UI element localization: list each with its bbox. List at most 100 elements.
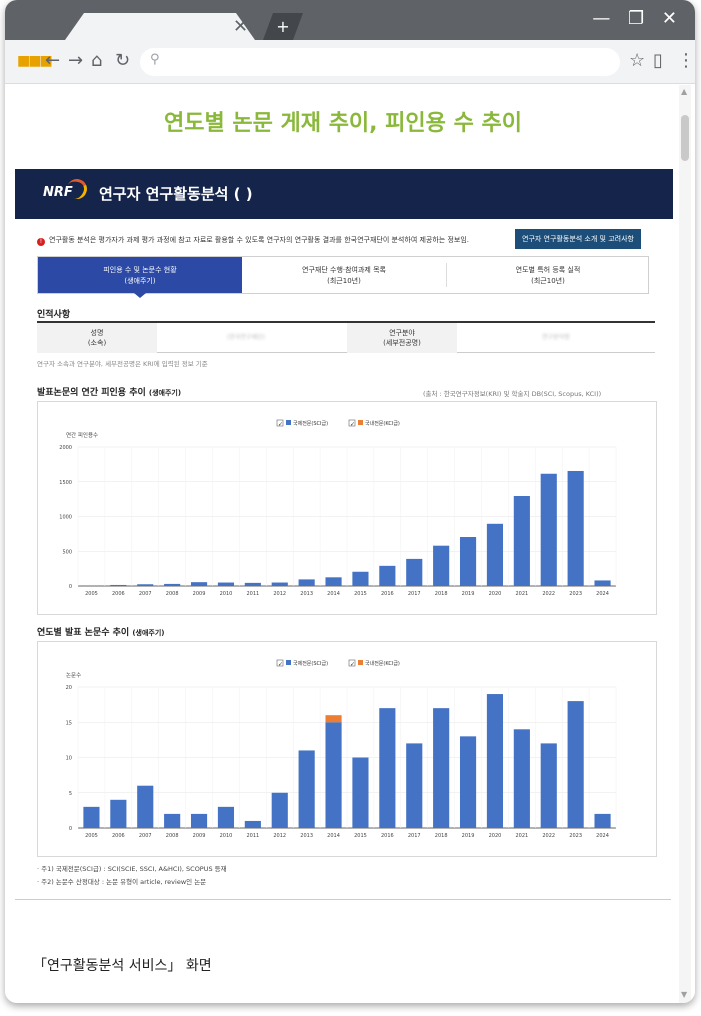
bar[interactable] xyxy=(110,799,127,828)
x-tick-label: 2009 xyxy=(193,591,206,597)
x-tick-label: 2021 xyxy=(515,833,528,839)
scroll-thumb[interactable] xyxy=(681,115,689,161)
bar[interactable] xyxy=(325,715,342,723)
tab-projects[interactable]: 연구재단 수행·참여과제 목록 (최근10년) xyxy=(242,257,446,293)
y-axis-label: 논문수 xyxy=(66,672,81,679)
bar[interactable] xyxy=(486,523,504,586)
bar[interactable] xyxy=(513,495,530,586)
bar[interactable] xyxy=(379,708,396,828)
window-controls[interactable]: — ❐ ✕ xyxy=(592,8,683,29)
bar[interactable] xyxy=(244,582,261,586)
star-icon[interactable]: ☆ xyxy=(629,51,645,71)
bar[interactable] xyxy=(567,470,584,586)
check-icon: ✓ xyxy=(278,421,283,428)
browser-tab[interactable] xyxy=(65,13,255,40)
home-icon[interactable]: ⌂ xyxy=(91,51,102,71)
bar[interactable] xyxy=(594,813,611,828)
bar[interactable] xyxy=(540,473,557,586)
bar[interactable] xyxy=(594,580,611,586)
x-tick-label: 2007 xyxy=(139,833,152,839)
x-tick-label: 2006 xyxy=(112,591,125,597)
chart1-title: 발표논문의 연간 피인용 추이 (생애주기) xyxy=(37,385,181,398)
intro-button[interactable]: 연구자 연구활동분석 소개 및 고려사항 xyxy=(515,229,641,249)
bar[interactable] xyxy=(164,813,181,828)
page-icon[interactable]: ▯ xyxy=(653,51,663,71)
title-bar: ✕ + — ❐ ✕ xyxy=(5,0,695,40)
bar[interactable] xyxy=(567,701,584,828)
bar[interactable] xyxy=(459,537,477,586)
bar[interactable] xyxy=(325,722,342,828)
browser-toolbar: ■■■ ← → ⌂ ↻ ⚲ ☆ ▯ ⋮ xyxy=(5,40,695,84)
legend-swatch xyxy=(358,420,363,425)
bar[interactable] xyxy=(513,729,530,828)
page-caption: 연도별 논문 게재 추이, 피인용 수 추이 xyxy=(164,111,522,136)
forward-icon[interactable]: → xyxy=(68,51,83,71)
bar[interactable] xyxy=(271,792,288,828)
tab-sublabel: (최근10년) xyxy=(327,277,361,285)
x-tick-label: 2008 xyxy=(166,833,179,839)
bar[interactable] xyxy=(137,584,154,586)
bar[interactable] xyxy=(110,584,127,586)
x-tick-label: 2011 xyxy=(246,591,259,597)
paper-count-chart: ✓ 국제전문(SCI급) ✓ 국내전문(KCI급) 논문수 0 5 10 15 20 2005 200… xyxy=(37,641,657,857)
legend-label: 국내전문(KCI급) xyxy=(365,660,400,667)
bar[interactable] xyxy=(379,565,396,586)
back-icon[interactable]: ← xyxy=(45,51,60,71)
new-tab-button[interactable]: + xyxy=(263,13,303,40)
bar[interactable] xyxy=(190,813,208,828)
scroll-up-icon[interactable]: ▲ xyxy=(681,87,687,96)
bar[interactable] xyxy=(217,806,235,828)
bar[interactable] xyxy=(298,750,315,828)
bar[interactable] xyxy=(298,579,315,586)
x-tick-label: 2015 xyxy=(354,833,367,839)
address-bar[interactable]: ⚲ xyxy=(140,48,620,76)
x-tick-label: 2008 xyxy=(166,591,179,597)
x-tick-label: 2024 xyxy=(596,833,609,839)
bar[interactable] xyxy=(433,708,450,828)
bar[interactable] xyxy=(352,571,369,586)
tab-close-icon[interactable]: ✕ xyxy=(233,13,248,40)
bar[interactable] xyxy=(486,694,504,828)
bar[interactable] xyxy=(540,743,557,828)
browser-window: ✕ + — ❐ ✕ ■■■ ← → ⌂ ↻ ⚲ ☆ ▯ ⋮ 연도별 논문 게재 … xyxy=(5,0,695,1003)
x-tick-label: 2022 xyxy=(542,833,555,839)
bar[interactable] xyxy=(190,582,208,586)
bar[interactable] xyxy=(406,743,423,828)
y-tick-label: 10 xyxy=(66,756,72,762)
check-icon: ✓ xyxy=(278,661,283,668)
y-tick-label: 500 xyxy=(62,549,72,555)
scroll-down-icon[interactable]: ▼ xyxy=(681,990,687,999)
chart1-title-text: 발표논문의 연간 피인용 추이 xyxy=(37,388,146,398)
bar[interactable] xyxy=(433,545,450,586)
bar[interactable] xyxy=(164,583,181,586)
bar[interactable] xyxy=(137,785,154,828)
x-tick-label: 2019 xyxy=(462,833,475,839)
header-label: 연구분야 xyxy=(389,329,415,337)
bar[interactable] xyxy=(406,558,423,586)
x-tick-label: 2017 xyxy=(408,833,421,839)
bar[interactable] xyxy=(271,582,288,586)
bottom-caption: 「연구활동분석 서비스」 화면 xyxy=(33,958,212,974)
tab-patents[interactable]: 연도별 특허 등록 실적 (최근10년) xyxy=(446,257,650,293)
reload-icon[interactable]: ↻ xyxy=(115,51,130,71)
divider xyxy=(15,899,671,900)
x-tick-label: 2022 xyxy=(542,591,555,597)
field-header: 연구분야 (세부전공명) xyxy=(347,323,457,353)
bar[interactable] xyxy=(244,820,261,828)
x-tick-label: 2024 xyxy=(596,591,609,597)
bar[interactable] xyxy=(325,577,342,586)
y-tick-label: 5 xyxy=(69,791,72,797)
bar[interactable] xyxy=(217,582,235,586)
scrollbar[interactable]: ▲ ▼ xyxy=(679,85,691,1003)
citation-chart-svg: ✓ 국제전문(SCI급) ✓ 국내전문(KCI급) 연간 피인용수 0 500 1000 150… xyxy=(59,419,617,597)
bar[interactable] xyxy=(352,757,369,829)
bar[interactable] xyxy=(459,736,477,828)
bar[interactable] xyxy=(83,806,100,828)
tab-citations[interactable]: 피인용 수 및 논문수 현황 (생애주기) xyxy=(38,257,242,298)
tab-sublabel: (최근10년) xyxy=(531,277,565,285)
x-tick-label: 2005 xyxy=(85,591,98,597)
alert-icon: ! xyxy=(37,238,45,246)
menu-icon[interactable]: ⋮ xyxy=(677,51,695,71)
site-header: NRF 연구자 연구활동분석 ( ) xyxy=(15,169,673,219)
x-tick-label: 2018 xyxy=(435,833,448,839)
